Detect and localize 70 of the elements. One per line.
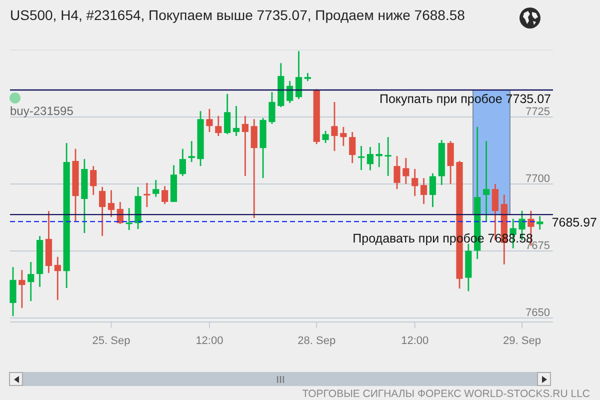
candlestick bbox=[536, 216, 544, 230]
candlestick bbox=[268, 92, 276, 124]
candlestick bbox=[278, 63, 284, 108]
candlestick bbox=[152, 180, 160, 197]
candlestick bbox=[162, 186, 168, 204]
candlestick bbox=[188, 141, 195, 162]
x-axis-label: 12:00 bbox=[196, 335, 224, 347]
y-axis-label: 7700 bbox=[526, 172, 550, 185]
level-label: Покупать при пробое 7735.07 bbox=[379, 92, 551, 106]
x-axis-label: 25. Sep bbox=[92, 335, 130, 347]
candlestick bbox=[438, 140, 445, 186]
candlestick bbox=[366, 147, 374, 170]
candlestick bbox=[295, 51, 302, 100]
x-axis-label: 28. Sep bbox=[298, 335, 336, 347]
candlestick bbox=[179, 148, 186, 176]
y-axis-label: 7650 bbox=[526, 306, 550, 319]
scroll-left-button[interactable] bbox=[9, 372, 23, 386]
candlestick bbox=[304, 73, 311, 82]
y-axis-label: 7725 bbox=[526, 106, 550, 118]
marker-dot bbox=[10, 92, 20, 104]
candlestick bbox=[10, 267, 16, 316]
candlestick bbox=[322, 130, 329, 143]
candlestick bbox=[170, 165, 178, 202]
candlestick bbox=[376, 142, 382, 168]
left-triangle-icon bbox=[14, 376, 18, 382]
candlestick bbox=[313, 89, 320, 144]
chart-title: US500, H4, #231654, Покупаем выше 7735.07, Продаем ниже 7688.58 bbox=[10, 7, 465, 23]
candlestick bbox=[36, 236, 44, 287]
candlestick bbox=[402, 158, 410, 184]
candlestick bbox=[412, 168, 418, 196]
footer-credit: ТОРГОВЫЕ СИГНАЛЫ ФОРЕКС WORLD-STOCKS.RU LLC bbox=[302, 388, 590, 400]
candlestick bbox=[144, 182, 150, 208]
y-axis-label: 7675 bbox=[526, 240, 550, 252]
candlestick bbox=[90, 166, 97, 195]
candlestick bbox=[224, 94, 231, 134]
candlestick bbox=[197, 111, 204, 166]
right-triangle-icon bbox=[542, 376, 546, 382]
candlestick bbox=[99, 186, 106, 236]
candlestick bbox=[232, 106, 240, 136]
candlestick bbox=[447, 141, 454, 184]
grip-icon[interactable] bbox=[276, 376, 284, 382]
candlestick bbox=[384, 137, 392, 176]
scroll-right-button[interactable] bbox=[537, 372, 551, 386]
x-axis-label: 29. Sep bbox=[503, 335, 541, 347]
candlestick bbox=[54, 256, 61, 300]
candlestick bbox=[420, 178, 428, 204]
candlestick bbox=[206, 108, 213, 132]
candlestick bbox=[215, 116, 222, 136]
candlestick bbox=[45, 211, 52, 273]
x-axis-label: 12:00 bbox=[401, 335, 429, 347]
candlestick bbox=[108, 190, 115, 217]
candlestick bbox=[340, 126, 347, 146]
candlestick bbox=[429, 173, 436, 208]
candlestick bbox=[28, 262, 34, 302]
candlestick bbox=[260, 118, 266, 178]
candlestick bbox=[358, 146, 365, 170]
candlestick bbox=[116, 202, 124, 224]
marker-label: buy-231595 bbox=[10, 104, 74, 118]
globe-icon[interactable] bbox=[519, 7, 541, 29]
candlestick bbox=[331, 102, 338, 152]
candlestick bbox=[126, 208, 132, 230]
price-label: 7685.97 bbox=[552, 216, 597, 230]
candlestick bbox=[394, 156, 400, 190]
candlestick bbox=[18, 270, 26, 308]
candlestick bbox=[286, 81, 294, 104]
candlestick bbox=[465, 244, 472, 292]
scrollbar[interactable] bbox=[9, 372, 551, 386]
candlestick bbox=[134, 186, 142, 229]
candlestick bbox=[242, 116, 248, 176]
candlestick bbox=[349, 132, 356, 164]
